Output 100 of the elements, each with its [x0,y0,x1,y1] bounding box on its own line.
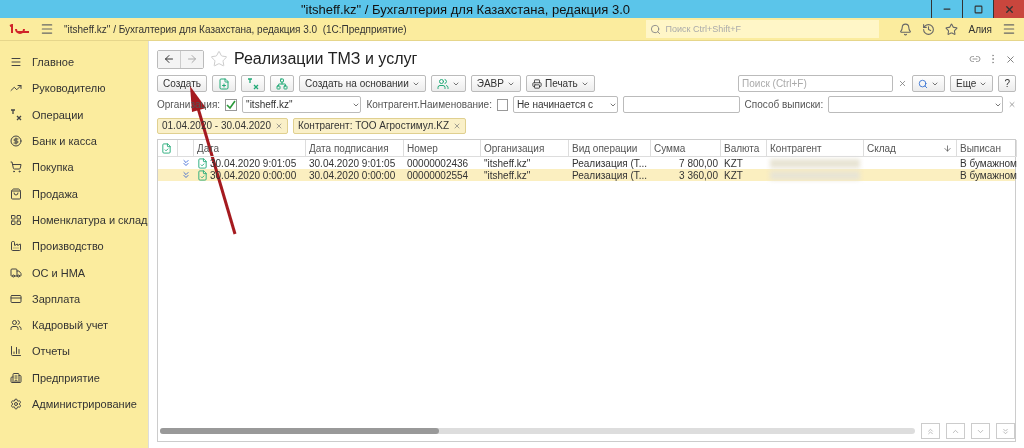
first-page-button[interactable] [921,423,940,439]
settings-icon [10,398,22,410]
close-icon [1003,3,1015,15]
table-cell: Реализация (Т... [572,169,648,181]
toolbar-icon-button[interactable] [270,75,294,92]
link-icon[interactable] [969,53,981,65]
down-button[interactable] [971,423,990,439]
print-button[interactable]: Печать [525,75,595,92]
menu-button[interactable]: ЭАВР [470,75,521,92]
history-icon[interactable] [922,22,936,36]
clear-icon[interactable] [898,79,908,88]
search-icon [918,78,929,89]
check-icon [226,99,237,110]
sidebar-item[interactable]: Зарплата [32,292,81,305]
filter-tag[interactable]: Контрагент: ТОО Агростимул.KZ [293,117,466,134]
printer-icon [531,78,542,89]
scrollbar[interactable] [160,428,915,434]
checkbox[interactable] [225,98,238,111]
condition-field[interactable]: Не начинается с [512,96,618,113]
more-button[interactable]: Еще [950,75,994,92]
table-cell: KZT [724,157,743,169]
arrow-right-icon [186,53,198,65]
document-add-icon [218,77,230,90]
menu-button[interactable]: Создать на основании [299,75,426,92]
back-button[interactable] [158,50,180,68]
table-cell: 30.04.2020 0:00:00 [309,169,396,181]
table-cell: 00000002554 [407,169,469,181]
menu-icon[interactable] [1002,22,1016,36]
toolbar-icon-button[interactable] [241,75,265,92]
grid-icon [10,213,22,226]
double-down-icon [1001,426,1010,436]
up-button[interactable] [946,423,965,439]
checkbox[interactable] [496,98,508,111]
sidebar-item[interactable]: Кадровый учет [32,319,109,332]
remove-icon [453,121,461,130]
favorite-star-icon[interactable] [210,50,228,68]
document-icon [161,142,172,154]
debit-credit-icon [10,108,22,121]
bar-chart-icon [10,345,22,358]
restore-icon [973,4,983,14]
debit-credit-icon [247,77,259,90]
sidebar-item[interactable]: Отчеты [32,345,71,358]
table-cell: 00000002436 [407,157,469,169]
toolbar-icon-button[interactable] [212,75,236,92]
people-icon [436,77,449,90]
sidebar-item[interactable]: Операции [32,108,84,121]
sidebar-item[interactable]: Производство [32,240,104,253]
search-icon [650,23,662,35]
people-icon [10,319,22,332]
table-cell: Реализация (Т... [572,157,648,169]
field-label: Способ выписки: [744,99,824,110]
document-icon [197,157,208,169]
sidebar-item[interactable]: Предприятие [32,371,100,384]
cart-icon [10,161,22,174]
table-cell: В бумажном [960,169,1017,181]
building-icon [10,371,22,384]
method-field[interactable] [828,96,1003,113]
organization-field[interactable]: "itsheff.kz" [242,96,362,113]
menu-icon[interactable] [40,22,54,36]
sidebar-item[interactable]: ОС и НМА [32,266,86,279]
table-cell: 7 800,00 [679,157,718,169]
structure-icon [276,77,288,90]
window-title: "itsheff.kz" / Бухгалтерия для Казахстана, редакция 3.0 [299,1,632,17]
menu-button[interactable] [430,75,466,92]
clear-icon[interactable] [1007,100,1016,109]
table-cell: "itsheff.kz" [484,169,531,181]
user-name[interactable]: Алия [968,23,992,35]
truck-icon [10,266,22,279]
factory-icon [10,240,22,253]
table-cell: 30.04.2020 9:01:05 [309,157,396,169]
double-up-icon [926,426,935,436]
arrow-left-icon [163,53,175,65]
card-icon [10,292,22,305]
sort-icon [943,143,952,153]
chevrons-down-icon [181,158,191,168]
search-button[interactable] [912,75,946,92]
close-icon[interactable] [1005,53,1016,65]
star-icon[interactable] [945,22,959,36]
field-label: Контрагент.Наименование: [366,99,492,110]
close-button[interactable] [993,0,1024,18]
sidebar-item[interactable]: Главное [32,56,75,69]
sidebar-item[interactable]: Банк и касса [32,135,97,148]
forward-button[interactable] [180,50,203,68]
sidebar-item[interactable]: Руководителю [32,82,106,95]
last-page-button[interactable] [996,423,1015,439]
coin-icon [10,135,22,148]
chevrons-down-icon [181,170,191,180]
sidebar-item[interactable]: Покупка [32,161,74,174]
app-title: "itsheff.kz" / Бухгалтерия для Казахстана, редакция 3.0 (1С:Предприятие) [64,23,408,35]
sidebar-item[interactable]: Продажа [32,187,78,200]
form-title: Реализации ТМЗ и услуг [234,50,419,68]
input-field[interactable] [622,96,740,113]
document-icon [197,169,208,181]
sidebar-item[interactable]: Администрирование [32,398,137,410]
help-button[interactable]: ? [998,75,1016,92]
sidebar-item[interactable]: Номенклатура и склад [32,213,148,226]
list-icon [10,56,22,69]
table-cell: KZT [724,169,743,181]
bell-icon[interactable] [899,22,913,36]
remove-icon [275,121,283,130]
